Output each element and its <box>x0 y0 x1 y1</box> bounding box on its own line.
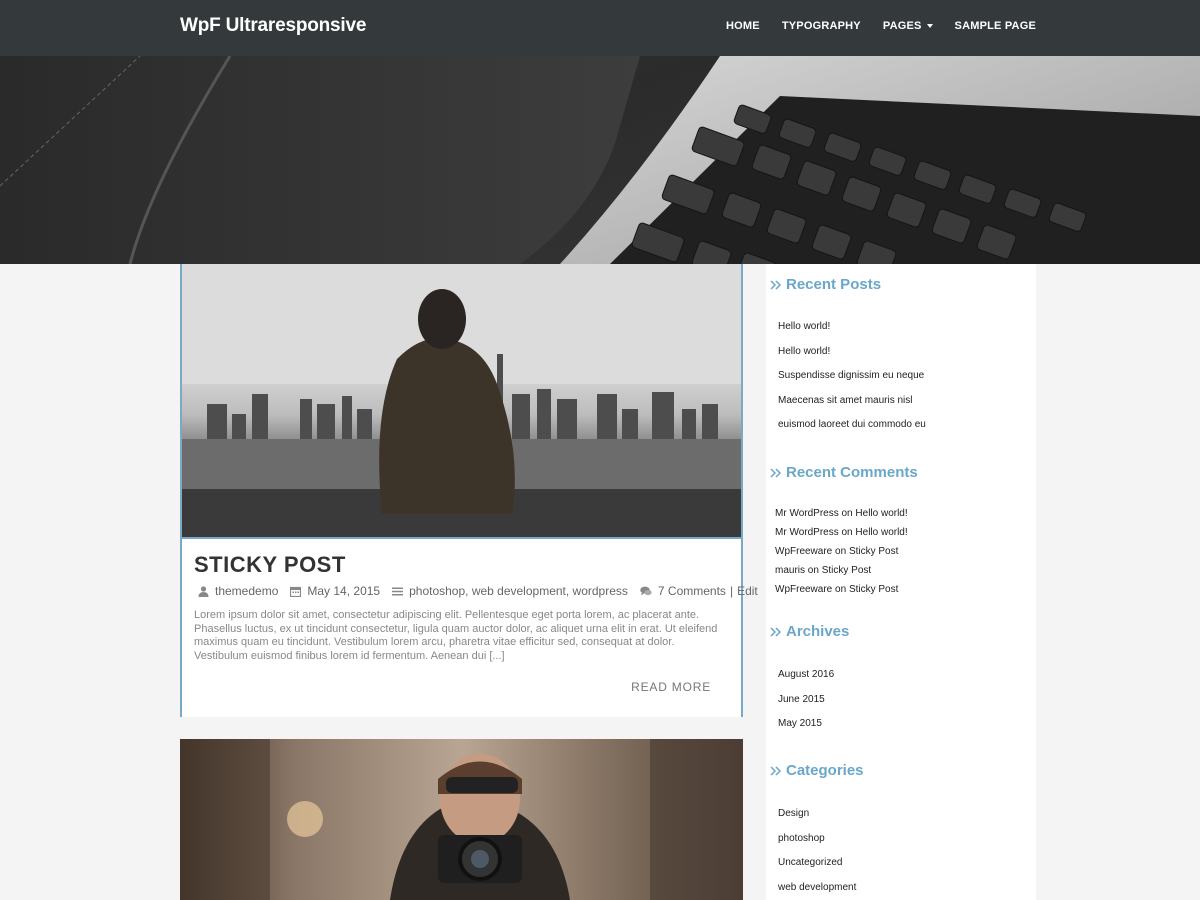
read-more-link[interactable]: READ MORE <box>631 680 711 694</box>
nav-sample-page[interactable]: SAMPLE PAGE <box>955 20 1036 32</box>
user-icon <box>198 585 209 597</box>
post-date-label: May 14, 2015 <box>307 584 381 598</box>
caret-down-icon <box>926 24 933 28</box>
list-item: Mr WordPress on Hello world! <box>775 504 908 523</box>
nav-typography[interactable]: TYPOGRAPHY <box>782 20 861 32</box>
post-comments-label: 7 Comments <box>657 584 726 598</box>
top-navbar: WpF Ultraresponsive HOME TYPOGRAPHY PAGE… <box>0 0 1200 56</box>
comments-icon <box>640 586 652 595</box>
post-author-label: themedemo <box>215 584 279 598</box>
list-item[interactable]: Hello world! <box>778 340 926 365</box>
list-item[interactable]: web development <box>778 876 856 900</box>
list-item: mauris on Sticky Post <box>775 561 908 580</box>
list-item: Mr WordPress on Hello world! <box>775 523 908 542</box>
site-brand[interactable]: WpF Ultraresponsive <box>180 15 366 37</box>
comment-author[interactable]: Mr WordPress <box>775 508 839 519</box>
calendar-icon <box>290 586 302 597</box>
comment-author[interactable]: WpFreeware <box>775 546 832 557</box>
post-card <box>180 739 743 900</box>
post-categories-label: photoshop, web development, wordpress <box>409 584 628 598</box>
comment-author[interactable]: WpFreeware <box>775 584 832 595</box>
post-categories[interactable]: photoshop, web development, wordpress <box>392 584 628 598</box>
list-item[interactable]: May 2015 <box>778 712 834 737</box>
list-item[interactable]: Suspendisse dignissim eu neque <box>778 364 926 389</box>
nav-typography-label: TYPOGRAPHY <box>781 20 861 32</box>
post-comments[interactable]: 7 Comments | Edit <box>640 584 758 598</box>
recent-posts-list: Hello world! Hello world! Suspendisse di… <box>778 315 926 438</box>
categories-list: Design photoshop Uncategorized web devel… <box>778 802 856 900</box>
post-date: May 14, 2015 <box>290 584 380 598</box>
comment-post-link[interactable]: Sticky Post <box>822 565 871 576</box>
nav-pages[interactable]: PAGES <box>883 20 933 32</box>
header-hero-image <box>0 56 1200 264</box>
list-item[interactable]: Design <box>778 802 856 827</box>
post-card: STICKY POST themedemo May 14, 2015 photo… <box>180 264 758 717</box>
comment-post-link[interactable]: Sticky Post <box>849 546 898 557</box>
widget-title-label: Recent Comments <box>786 464 918 481</box>
comment-on: on <box>807 565 819 576</box>
list-item: WpFreeware on Sticky Post <box>775 542 908 561</box>
comment-post-link[interactable]: Hello world! <box>855 527 907 538</box>
double-chevron-right-icon <box>770 467 782 478</box>
man-city-skyline-illustration <box>182 264 741 537</box>
woman-camera-illustration[interactable] <box>180 739 743 900</box>
comment-post-link[interactable]: Hello world! <box>855 508 907 519</box>
widget-title-archives: Archives <box>770 623 849 640</box>
comment-author[interactable]: Mr WordPress <box>775 527 839 538</box>
double-chevron-right-icon <box>770 765 782 776</box>
comment-on: on <box>835 546 847 557</box>
post-author[interactable]: themedemo <box>198 584 278 598</box>
list-item[interactable]: June 2015 <box>778 688 834 713</box>
double-chevron-right-icon <box>770 626 782 637</box>
recent-comments-list: Mr WordPress on Hello world! Mr WordPres… <box>775 504 908 599</box>
post-edit-link[interactable]: Edit <box>737 584 758 598</box>
nav-home[interactable]: HOME <box>726 20 760 32</box>
list-item[interactable]: euismod laoreet dui commodo eu <box>778 413 926 438</box>
comment-author[interactable]: mauris <box>775 565 805 576</box>
list-item: WpFreeware on Sticky Post <box>775 580 908 599</box>
widget-title-recent-comments: Recent Comments <box>770 464 918 481</box>
comment-on: on <box>841 527 853 538</box>
sidebar: Recent Posts Hello world! Hello world! S… <box>766 264 1036 900</box>
post-excerpt: Lorem ipsum dolor sit amet, consectetur … <box>194 609 718 662</box>
list-item[interactable]: Maecenas sit amet mauris nisl <box>778 389 926 414</box>
nav-sample-page-label: SAMPLE PAGE <box>954 20 1036 32</box>
widget-title-label: Archives <box>786 623 850 640</box>
nav-pages-label: PAGES <box>882 20 922 32</box>
laptop-keyboard-illustration <box>0 56 1200 264</box>
double-chevron-right-icon <box>770 279 782 290</box>
list-item[interactable]: photoshop <box>778 827 856 852</box>
list-icon <box>392 587 404 595</box>
widget-title-label: Categories <box>786 762 864 779</box>
comment-on: on <box>841 508 853 519</box>
post-meta: themedemo May 14, 2015 photoshop, web de… <box>198 584 770 598</box>
list-item[interactable]: August 2016 <box>778 663 834 688</box>
widget-title-recent-posts: Recent Posts <box>770 276 881 293</box>
list-item[interactable]: Uncategorized <box>778 851 856 876</box>
post-title[interactable]: STICKY POST <box>194 552 346 578</box>
comment-on: on <box>835 584 847 595</box>
archives-list: August 2016 June 2015 May 2015 <box>778 663 834 737</box>
widget-title-categories: Categories <box>770 762 864 779</box>
main-menu: HOME TYPOGRAPHY PAGES SAMPLE PAGE <box>704 20 1036 32</box>
list-item[interactable]: Hello world! <box>778 315 926 340</box>
nav-home-label: HOME <box>726 20 760 32</box>
widget-title-label: Recent Posts <box>786 276 882 293</box>
meta-separator: | <box>729 584 734 598</box>
post-thumbnail[interactable] <box>182 264 741 539</box>
comment-post-link[interactable]: Sticky Post <box>849 584 898 595</box>
